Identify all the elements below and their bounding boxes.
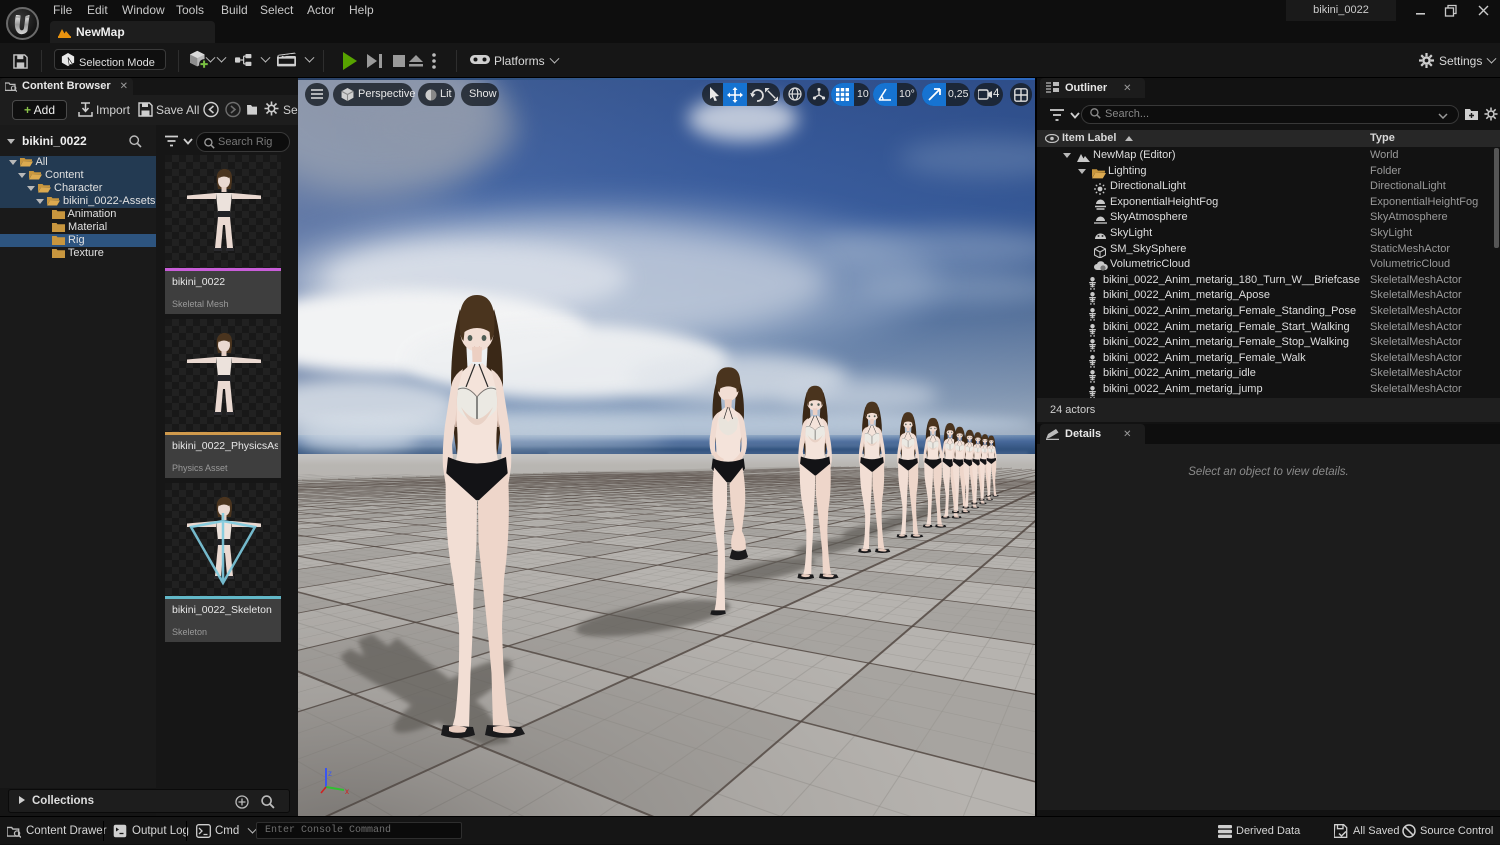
svg-text:x: x <box>345 787 349 796</box>
svg-text:z: z <box>328 769 332 778</box>
